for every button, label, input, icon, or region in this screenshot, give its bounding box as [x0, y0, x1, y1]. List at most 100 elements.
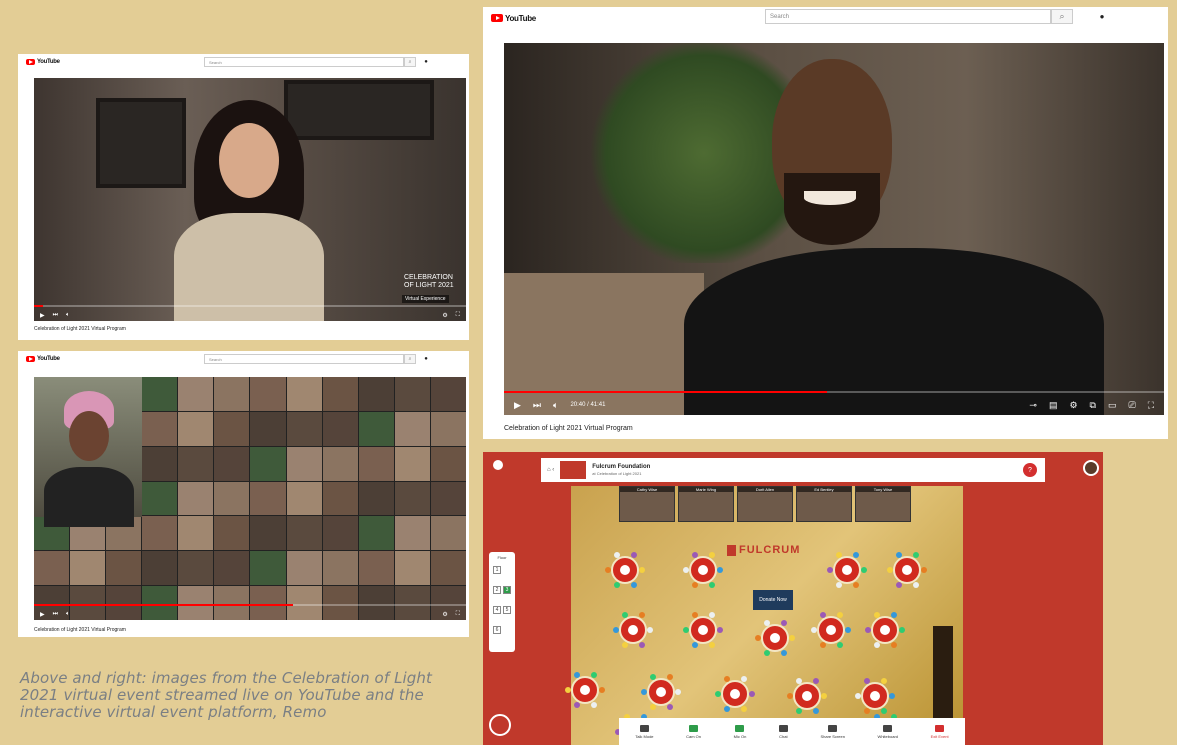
volume-icon[interactable]: 🔈︎	[66, 312, 70, 319]
user-avatar[interactable]	[1083, 460, 1099, 476]
table-seat[interactable]	[865, 627, 871, 633]
event-table[interactable]	[861, 682, 889, 710]
table-seat[interactable]	[763, 620, 770, 627]
table-seat[interactable]	[691, 581, 698, 588]
table-seat[interactable]	[573, 672, 580, 679]
help-icon[interactable]: ?	[1023, 463, 1037, 477]
event-table[interactable]	[611, 556, 639, 584]
table-seat[interactable]	[590, 701, 597, 708]
table-seat[interactable]	[639, 567, 645, 573]
search-input[interactable]: Search	[204, 354, 404, 364]
volume-icon[interactable]: 🔈︎	[66, 611, 70, 618]
event-table[interactable]	[833, 556, 861, 584]
table-seat[interactable]	[855, 693, 861, 699]
event-table[interactable]	[893, 556, 921, 584]
table-seat[interactable]	[638, 641, 645, 648]
toolbar-item[interactable]: Exit Event	[931, 724, 949, 739]
table-seat[interactable]	[789, 635, 795, 641]
table-seat[interactable]	[717, 567, 723, 573]
toolbar-item[interactable]: Talk Mode	[635, 724, 654, 739]
toolbar-item[interactable]: Chat	[778, 724, 788, 739]
play-icon[interactable]: ▶	[514, 400, 521, 411]
table-seat[interactable]	[912, 552, 919, 559]
table-seat[interactable]	[630, 581, 637, 588]
event-table[interactable]	[761, 624, 789, 652]
youtube-logo[interactable]: YouTube	[26, 356, 60, 362]
table-seat[interactable]	[873, 641, 880, 648]
table-seat[interactable]	[590, 672, 597, 679]
table-seat[interactable]	[863, 678, 870, 685]
table-seat[interactable]	[899, 627, 905, 633]
table-seat[interactable]	[912, 581, 919, 588]
volume-icon[interactable]: 🔈︎	[553, 400, 558, 411]
theater-icon[interactable]: ▭	[1108, 400, 1117, 411]
event-floor[interactable]: Cathy Wise Marie Wing Dorit Allen Ed Bentle…	[565, 486, 963, 745]
event-table[interactable]	[689, 556, 717, 584]
floor-1-button[interactable]: 1	[493, 566, 501, 574]
table-seat[interactable]	[666, 674, 673, 681]
floor-5-button[interactable]: 5	[503, 606, 511, 614]
camera-feed[interactable]: Tony Wise	[855, 486, 911, 522]
table-seat[interactable]	[812, 707, 819, 714]
table-seat[interactable]	[708, 612, 715, 619]
table-seat[interactable]	[895, 552, 902, 559]
autoplay-toggle-icon[interactable]: ⊸	[1029, 400, 1037, 411]
video-player[interactable]: ▶ ⏭ 🔈︎ ⚙ ⛶	[34, 377, 466, 620]
table-seat[interactable]	[675, 689, 681, 695]
search-input[interactable]: Search	[204, 57, 404, 67]
floor-3-button[interactable]: 3	[503, 586, 511, 594]
toolbar-item[interactable]: Share Screen	[820, 724, 845, 739]
table-seat[interactable]	[749, 691, 755, 697]
event-table[interactable]	[647, 678, 675, 706]
table-seat[interactable]	[890, 612, 897, 619]
table-seat[interactable]	[573, 701, 580, 708]
event-table[interactable]	[689, 616, 717, 644]
progress-bar[interactable]	[34, 604, 466, 606]
table-seat[interactable]	[780, 620, 787, 627]
floor-2-button[interactable]: 2	[493, 586, 501, 594]
search-icon[interactable]: ⌕	[404, 57, 416, 67]
mic-icon[interactable]: ●	[422, 354, 430, 364]
table-seat[interactable]	[780, 649, 787, 656]
table-seat[interactable]	[691, 552, 698, 559]
table-seat[interactable]	[836, 612, 843, 619]
table-seat[interactable]	[880, 707, 887, 714]
table-seat[interactable]	[723, 705, 730, 712]
search-input[interactable]: Search	[765, 9, 1051, 24]
table-seat[interactable]	[821, 693, 827, 699]
table-seat[interactable]	[861, 567, 867, 573]
table-seat[interactable]	[691, 641, 698, 648]
settings-icon[interactable]: ⚙	[442, 611, 447, 618]
remo-menu-icon[interactable]	[493, 460, 503, 470]
table-seat[interactable]	[835, 552, 842, 559]
table-seat[interactable]	[621, 612, 628, 619]
table-seat[interactable]	[613, 581, 620, 588]
event-table[interactable]	[721, 680, 749, 708]
progress-bar[interactable]	[504, 391, 1164, 393]
table-seat[interactable]	[763, 649, 770, 656]
table-seat[interactable]	[819, 641, 826, 648]
event-table[interactable]	[793, 682, 821, 710]
floor-4-button[interactable]: 4	[493, 606, 501, 614]
table-seat[interactable]	[708, 552, 715, 559]
donate-now-button[interactable]: Donate Now	[753, 590, 793, 610]
remo-back-icon[interactable]: ⌂ ‹	[547, 467, 554, 473]
table-seat[interactable]	[795, 707, 802, 714]
table-seat[interactable]	[852, 552, 859, 559]
table-seat[interactable]	[755, 635, 761, 641]
table-seat[interactable]	[647, 627, 653, 633]
table-seat[interactable]	[852, 581, 859, 588]
table-seat[interactable]	[795, 678, 802, 685]
youtube-logo[interactable]: YouTube	[491, 14, 536, 23]
table-seat[interactable]	[621, 641, 628, 648]
chat-bubble-icon[interactable]	[489, 714, 511, 736]
table-seat[interactable]	[683, 567, 689, 573]
camera-feed[interactable]: Marie Wing	[678, 486, 734, 522]
video-player[interactable]: CELEBRATION OF LIGHT 2021 Virtual Experi…	[34, 78, 466, 321]
table-seat[interactable]	[565, 687, 571, 693]
table-seat[interactable]	[708, 641, 715, 648]
table-seat[interactable]	[666, 703, 673, 710]
table-seat[interactable]	[873, 612, 880, 619]
camera-feed[interactable]: Dorit Allen	[737, 486, 793, 522]
search-icon[interactable]: ⌕	[1051, 9, 1073, 24]
